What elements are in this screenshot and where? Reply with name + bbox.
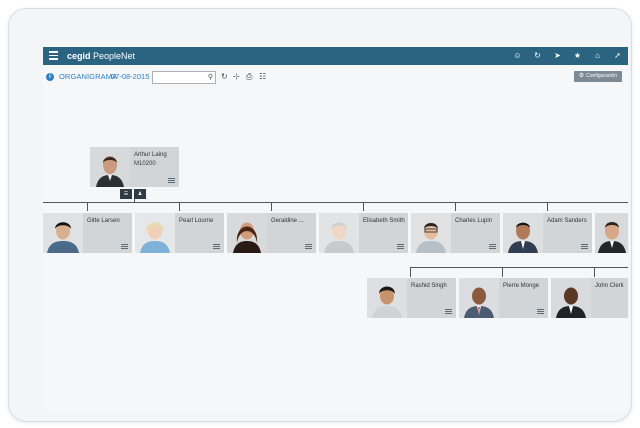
org-card[interactable]: Geraldine ... — [227, 213, 316, 253]
details-list-icon[interactable] — [397, 244, 404, 249]
org-date: 07-08-2015 — [111, 72, 150, 81]
level2-drop — [410, 267, 411, 277]
level2-drop — [594, 267, 595, 277]
hierarchy-icon[interactable]: ☷ — [259, 71, 266, 82]
print-icon[interactable]: ⎙ — [246, 71, 252, 82]
employee-name: Gitte Larsen — [87, 218, 120, 224]
person-photo — [135, 213, 175, 253]
expand-team-button[interactable]: ☰ — [120, 189, 132, 199]
details-list-icon[interactable] — [305, 244, 312, 249]
org-card[interactable]: Elisabeth Smith — [319, 213, 408, 253]
org-card[interactable]: John Clerk — [551, 278, 628, 318]
app-screen: cegid PeopleNet ☺ ↻ ➤ ★ ⌂ ➚ i ORGANIGRAM… — [43, 47, 628, 412]
info-icon[interactable]: i — [46, 73, 54, 81]
refresh-icon[interactable]: ↻ — [221, 71, 228, 82]
card-info: Adam Sanders — [543, 213, 592, 253]
card-info: Pearl Lourne — [175, 213, 224, 253]
employee-code: M10200 — [134, 161, 156, 167]
person-photo — [319, 213, 359, 253]
details-list-icon[interactable] — [581, 244, 588, 249]
configuration-button[interactable]: ⚙ Configuración — [573, 71, 622, 82]
employee-name: Geraldine ... — [271, 218, 304, 224]
level1-connector — [43, 202, 628, 203]
gear-icon: ⚙ — [578, 73, 585, 79]
org-card[interactable]: Adam Sanders — [503, 213, 592, 253]
card-info: Rashid Singh — [407, 278, 456, 318]
pin-alt-icon[interactable]: ➚ — [613, 50, 622, 62]
expand-icon[interactable]: ⊹ — [233, 71, 240, 82]
card-info: Geraldine ... — [267, 213, 316, 253]
employee-name: John Clerk — [595, 283, 624, 289]
level1-drop — [179, 202, 180, 211]
person-icon[interactable]: ♟ — [134, 189, 146, 199]
card-info: Charles Lupin — [451, 213, 500, 253]
employee-name: Pearl Lourne — [179, 218, 214, 224]
org-card[interactable]: Charles Lupin — [411, 213, 500, 253]
org-card[interactable] — [595, 213, 628, 253]
person-photo — [90, 147, 130, 187]
org-card[interactable]: Pearl Lourne — [135, 213, 224, 253]
search-box: ⚲ — [152, 71, 216, 88]
org-card[interactable]: Gitte Larsen — [43, 213, 132, 253]
share-icon[interactable]: ↻ — [533, 50, 542, 62]
level1-drop — [547, 202, 548, 211]
users-icon[interactable]: ☺ — [513, 50, 522, 62]
card-info: Elisabeth Smith — [359, 213, 408, 253]
employee-name: Elisabeth Smith — [363, 218, 405, 224]
employee-name: Charles Lupin — [455, 218, 493, 224]
star-icon[interactable]: ★ — [573, 50, 582, 62]
person-photo — [411, 213, 451, 253]
search-icon[interactable]: ⚲ — [208, 72, 213, 83]
brand-product: PeopleNet — [90, 51, 136, 61]
level1-drop — [87, 202, 88, 211]
org-card[interactable]: Pierre Monge — [459, 278, 548, 318]
app-brand: cegid PeopleNet — [67, 50, 135, 62]
level1-drop — [455, 202, 456, 211]
employee-name: Rashid Singh — [411, 283, 447, 289]
home-icon[interactable]: ⌂ — [593, 50, 602, 62]
employee-name: Adam Sanders — [547, 218, 587, 224]
hamburger-menu-icon[interactable] — [49, 51, 58, 60]
person-photo — [43, 213, 83, 253]
level1-drop — [271, 202, 272, 211]
person-photo — [503, 213, 543, 253]
card-info: Arthur Laing M10200 — [130, 147, 179, 187]
card-info: Pierre Monge — [499, 278, 548, 318]
person-photo — [367, 278, 407, 318]
search-input[interactable] — [153, 79, 205, 88]
level2-connector — [410, 267, 628, 268]
person-photo — [551, 278, 591, 318]
person-photo — [595, 213, 628, 253]
configuration-label: Configuración — [586, 73, 617, 79]
org-toolbar: i ORGANIGRAMA 07-08-2015 ⚲ ↻ ⊹ ⎙ ☷ ⚙ Con… — [43, 71, 628, 88]
employee-name: Arthur Laing — [134, 152, 167, 158]
details-list-icon[interactable] — [121, 244, 128, 249]
level2-drop — [502, 267, 503, 277]
brand-name: cegid — [67, 51, 91, 61]
card-info: Gitte Larsen — [83, 213, 132, 253]
details-list-icon[interactable] — [445, 309, 452, 314]
tablet-frame: cegid PeopleNet ☺ ↻ ➤ ★ ⌂ ➚ i ORGANIGRAM… — [8, 8, 632, 422]
person-photo — [227, 213, 267, 253]
card-info: John Clerk — [591, 278, 628, 318]
org-card[interactable]: Rashid Singh — [367, 278, 456, 318]
person-photo — [459, 278, 499, 318]
details-list-icon[interactable] — [537, 309, 544, 314]
topbar-icon-group: ☺ ↻ ➤ ★ ⌂ ➚ — [513, 50, 622, 62]
org-card-root[interactable]: Arthur Laing M10200 — [90, 147, 179, 187]
page-title: ORGANIGRAMA — [59, 72, 118, 81]
details-list-icon[interactable] — [213, 244, 220, 249]
details-list-icon[interactable] — [489, 244, 496, 249]
level1-drop — [363, 202, 364, 211]
employee-name: Pierre Monge — [503, 283, 540, 289]
pin-icon[interactable]: ➤ — [553, 50, 562, 62]
title-bar: cegid PeopleNet ☺ ↻ ➤ ★ ⌂ ➚ — [43, 47, 628, 65]
details-list-icon[interactable] — [168, 178, 175, 183]
